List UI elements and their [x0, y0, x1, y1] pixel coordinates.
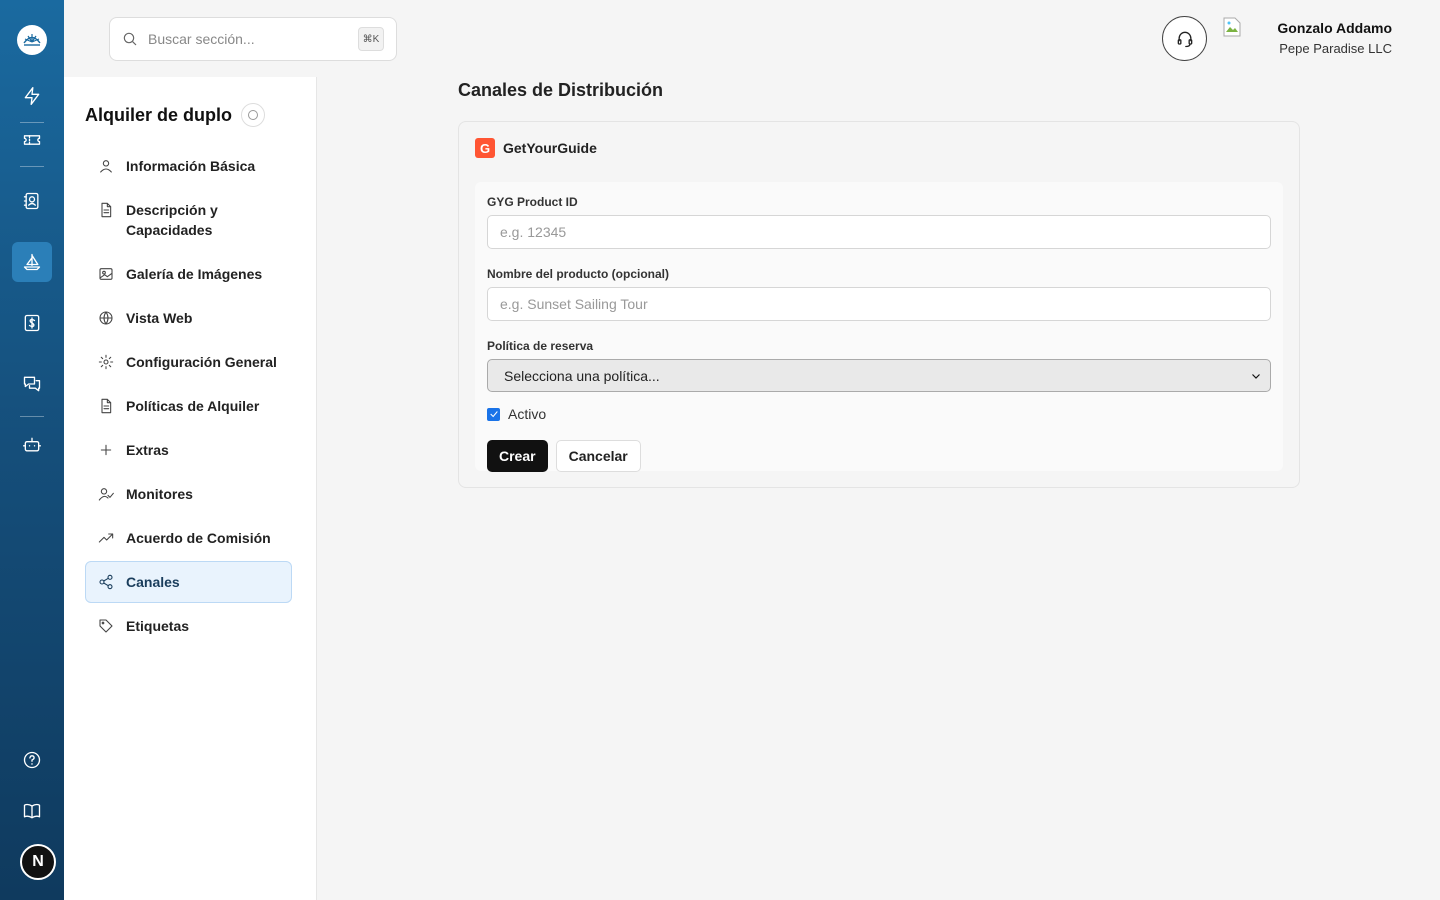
nav-item-label: Acuerdo de Comisión [126, 530, 271, 546]
channel-header: G GetYourGuide [475, 138, 597, 158]
logo-icon [21, 29, 43, 51]
nav-item-label: Canales [126, 574, 180, 590]
nav-item-commission[interactable]: Acuerdo de Comisión [85, 517, 292, 559]
rail-contacts[interactable] [12, 181, 52, 221]
nav-item-extras[interactable]: Extras [85, 429, 292, 471]
contacts-icon [23, 192, 39, 210]
brand-logo[interactable] [17, 25, 47, 55]
nav-item-label: Configuración General [126, 354, 277, 370]
user-icon [100, 160, 112, 173]
product-id-input[interactable] [487, 215, 1271, 249]
nav-item-monitors[interactable]: Monitores [85, 473, 292, 515]
nav-item-description[interactable]: Descripción y Capacidades [85, 189, 292, 251]
rail-chat[interactable] [12, 364, 52, 404]
product-name-label: Nombre del producto (opcional) [487, 267, 669, 281]
chevron-down-icon [1252, 373, 1260, 379]
policy-label: Política de reserva [487, 339, 594, 353]
rail-lightning[interactable] [12, 76, 52, 116]
channel-card: G GetYourGuide GYG Product ID Nombre del… [458, 121, 1300, 488]
nav-item-label: Monitores [126, 486, 193, 502]
sailboat-icon [23, 253, 41, 271]
tag-icon [99, 619, 113, 633]
rail-finance[interactable] [12, 303, 52, 343]
help-button[interactable] [241, 103, 265, 127]
trending-up-icon [98, 533, 114, 543]
nav-item-label: Etiquetas [126, 618, 190, 634]
lightning-icon [24, 87, 40, 106]
channel-name: GetYourGuide [503, 140, 597, 156]
gear-icon [98, 354, 114, 370]
nav-item-gallery[interactable]: Galería de Imágenes [85, 253, 292, 295]
rail-tickets[interactable] [12, 120, 52, 160]
search-input[interactable] [148, 31, 348, 47]
rail-docs[interactable] [12, 791, 52, 831]
info-icon [248, 110, 258, 120]
cancel-button[interactable]: Cancelar [555, 440, 641, 472]
user-photo[interactable] [1223, 17, 1245, 39]
ticket-icon [23, 135, 41, 145]
create-button[interactable]: Crear [487, 440, 548, 472]
support-button[interactable] [1162, 16, 1207, 61]
user-org: Pepe Paradise LLC [1279, 41, 1392, 56]
nav-item-label: Vista Web [126, 310, 193, 326]
section-nav: Información Básica Descripción y Capacid… [85, 145, 292, 649]
image-icon [99, 268, 113, 280]
nav-item-channels[interactable]: Canales [85, 561, 292, 603]
nav-item-label: Información Básica [126, 158, 256, 174]
chat-icon [23, 376, 41, 392]
policy-select-value: Selecciona una política... [504, 367, 660, 384]
section-search[interactable]: ⌘K [109, 17, 397, 61]
shortcut-hint: ⌘K [358, 27, 384, 51]
nav-item-rental-policies[interactable]: Políticas de Alquiler [85, 385, 292, 427]
broken-image-icon [1223, 17, 1241, 37]
rail-automation[interactable] [12, 425, 52, 465]
nav-item-label: Extras [126, 442, 169, 458]
nav-item-general-settings[interactable]: Configuración General [85, 341, 292, 383]
plus-icon [100, 444, 112, 456]
document-icon [101, 398, 112, 414]
document-icon [101, 202, 112, 218]
account-avatar[interactable]: N [20, 844, 56, 880]
user-check-icon [98, 488, 114, 501]
nav-item-label: Políticas de Alquiler [126, 398, 260, 414]
boat-title: Alquiler de duplo [85, 105, 232, 125]
nav-item-basic-info[interactable]: Información Básica [85, 145, 292, 187]
dollar-icon [24, 314, 40, 332]
globe-icon [99, 311, 113, 325]
headset-icon [1177, 31, 1192, 47]
nav-item-web-view[interactable]: Vista Web [85, 297, 292, 339]
user-name[interactable]: Gonzalo Addamo [1277, 20, 1392, 36]
share-icon [99, 574, 113, 590]
robot-icon [23, 437, 41, 452]
rail-help[interactable] [12, 740, 52, 780]
policy-select[interactable]: Selecciona una política... [487, 359, 1271, 392]
section-sidebar: Alquiler de duplo Información Básica Des… [64, 77, 317, 900]
form-actions: Crear Cancelar [487, 440, 1271, 472]
book-icon [23, 803, 41, 819]
active-checkbox[interactable] [487, 407, 500, 421]
nav-item-label: Galería de Imágenes [126, 266, 263, 282]
rail-divider [20, 416, 44, 417]
product-name-input[interactable] [487, 287, 1271, 321]
product-id-label: GYG Product ID [487, 195, 578, 209]
checkmark-icon [489, 411, 498, 418]
page-title: Canales de Distribución [458, 80, 664, 100]
channel-form: GYG Product ID Nombre del producto (opci… [475, 182, 1283, 472]
rail-boats[interactable] [12, 242, 52, 282]
active-label: Activo [508, 406, 547, 422]
rail-divider [20, 166, 44, 167]
nav-item-tags[interactable]: Etiquetas [85, 605, 292, 647]
getyourguide-logo-icon: G [475, 138, 495, 158]
search-icon [123, 32, 137, 46]
active-toggle-row: Activo [487, 406, 1271, 422]
app-rail: N [0, 0, 64, 900]
help-icon [23, 751, 41, 769]
nav-item-label: Descripción y Capacidades [126, 202, 218, 238]
